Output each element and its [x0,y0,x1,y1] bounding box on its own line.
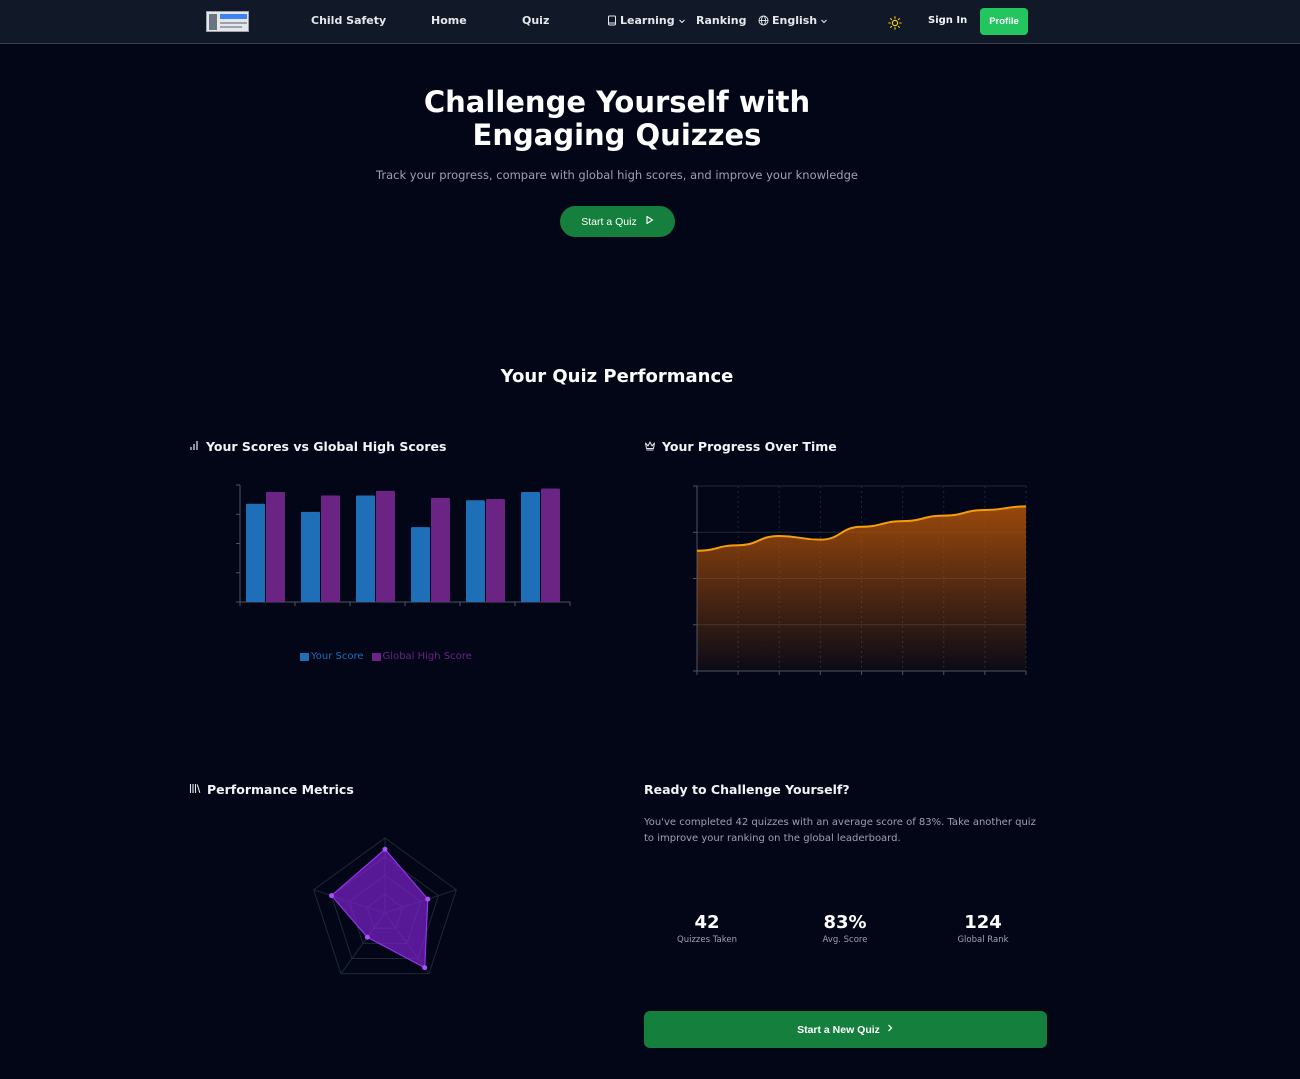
legend-swatch [300,652,309,661]
progress-chart-title: Your Progress Over Time [644,439,837,454]
your-score-bar [246,503,265,602]
legend-global-high-score[interactable]: Global High Score [371,651,472,662]
sign-in-link[interactable]: Sign In [928,15,967,26]
logo-line [220,22,247,24]
top-navbar: Child Safety Home Quiz Learning Ranking … [0,0,1300,44]
your-score-bar [521,492,540,602]
start-quiz-label: Start a Quiz [581,215,637,228]
global-high-score-bar [321,495,340,602]
your-score-bar [301,511,320,602]
start-quiz-button[interactable]: Start a Quiz [560,206,675,237]
profile-button[interactable]: Profile [980,8,1028,35]
radar-point [382,846,388,852]
nav-learning-dropdown[interactable]: Learning [607,14,686,27]
globe-icon [758,15,769,26]
stat-quizzes-taken: 42 Quizzes Taken [647,912,767,945]
crown-icon [644,439,656,454]
global-high-score-bar [541,488,560,602]
emblem-icon [209,14,217,30]
chevron-down-icon [678,17,686,25]
performance-radar-chart [313,837,457,975]
legend-swatch [371,652,381,661]
your-score-bar [356,495,375,602]
your-score-bar [411,527,430,602]
radar-point [422,965,428,971]
global-high-score-bar [431,497,450,602]
global-high-score-bar [486,499,505,602]
olabs-logo[interactable] [206,11,249,32]
stat-label: Quizzes Taken [677,935,737,945]
nav-learning-label: Learning [620,14,675,27]
hero-subtitle: Track your progress, compare with global… [376,168,858,182]
stat-label: Global Rank [957,935,1009,945]
nav-child-safety[interactable]: Child Safety [311,14,386,27]
theme-toggle-sun-icon[interactable] [888,15,902,34]
cta-description: You've completed 42 quizzes with an aver… [644,817,1036,844]
radar-point [364,934,370,940]
nav-home[interactable]: Home [431,14,467,27]
legend-label: Your Score [311,651,364,662]
bar-chart-legend: Your Score Global High Score [300,651,472,662]
start-new-quiz-button[interactable]: Start a New Quiz [644,1011,1047,1048]
language-dropdown[interactable]: English [758,14,828,27]
hero-title: Challenge Yourself with Engaging Quizzes [423,85,811,152]
progress-area-fill [697,506,1026,671]
stat-value: 42 [694,912,720,933]
play-icon [645,215,654,228]
radar-area [330,848,429,969]
start-new-quiz-label: Start a New Quiz [797,1023,880,1036]
chevron-right-icon [886,1023,894,1036]
metrics-chart-title-text: Performance Metrics [207,782,354,797]
language-label: English [772,14,818,27]
progress-area-chart [693,485,1027,675]
metrics-chart-title: Performance Metrics [189,782,354,797]
stat-value: 124 [964,912,1002,933]
stat-value: 83% [823,912,867,933]
stat-avg-score: 83% Avg. Score [785,912,905,945]
legend-your-score[interactable]: Your Score [300,651,364,662]
global-high-score-bar [376,490,395,602]
logo-wordmark [220,14,247,19]
performance-section-title: Your Quiz Performance [500,366,734,387]
bar-chart-icon [189,439,200,454]
scores-bar-chart [236,484,571,606]
book-icon [607,15,617,26]
chevron-down-icon [820,17,828,25]
radar-point [425,896,431,902]
radar-point [329,893,335,899]
scores-chart-title-text: Your Scores vs Global High Scores [206,439,447,454]
stat-label: Avg. Score [822,935,868,945]
global-high-score-bar [266,492,285,602]
nav-ranking[interactable]: Ranking [696,14,747,27]
legend-label: Global High Score [382,651,472,662]
nav-quiz[interactable]: Quiz [522,14,549,27]
cta-title: Ready to Challenge Yourself? [644,782,850,797]
scores-chart-title: Your Scores vs Global High Scores [189,439,446,454]
your-score-bar [466,500,485,602]
progress-chart-title-text: Your Progress Over Time [662,439,837,454]
library-icon [189,782,201,797]
stat-global-rank: 124 Global Rank [923,912,1043,945]
logo-line [220,26,242,28]
